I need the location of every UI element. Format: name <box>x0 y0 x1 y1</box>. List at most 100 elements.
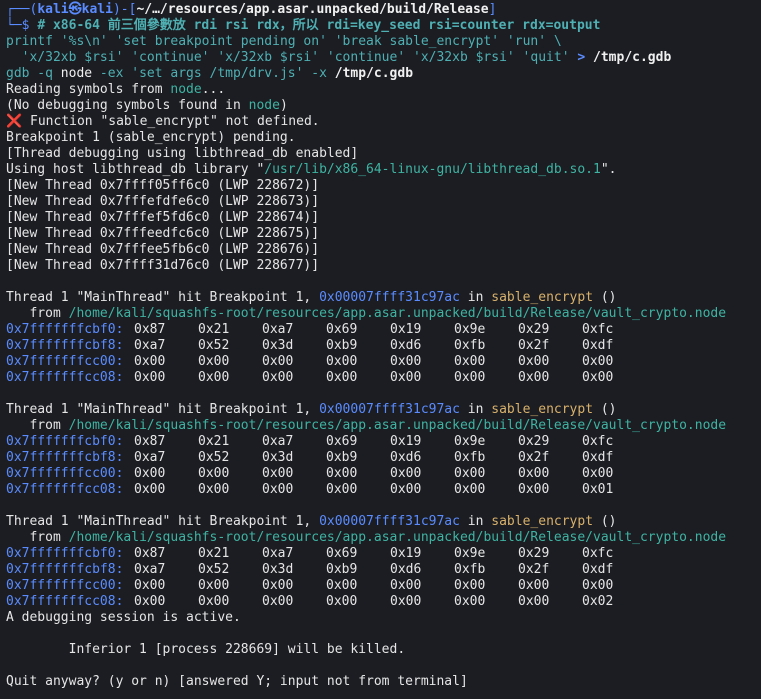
cmd-gdb-ex-arg: 'set args /tmp/drv.js' <box>131 66 304 81</box>
memory-byte: 0xa7 <box>134 450 166 465</box>
memory-byte: 0x3d <box>262 338 294 353</box>
memory-address: 0x7fffffffcbf0: <box>6 322 124 337</box>
memory-byte: 0x69 <box>326 322 358 337</box>
cmd-printf-args-cont: 'x/32xb $rsi' 'continue' 'x/32xb $rsi' '… <box>6 50 578 65</box>
memory-byte: 0x00 <box>518 370 550 385</box>
from-label: from <box>6 306 69 321</box>
memory-address: 0x7fffffffcc00: <box>6 466 124 481</box>
memory-row: 0x7fffffffcc08: 0x00 0x00 0x00 0x00 0x00 0x00 0… <box>6 370 755 386</box>
memory-byte: 0x00 <box>262 354 294 369</box>
memory-byte: 0x00 <box>198 578 230 593</box>
memory-row: 0x7fffffffcbf8: 0xa7 0x52 0x3d 0xb9 0xd6 0xfb 0… <box>6 450 755 466</box>
memory-byte: 0x00 <box>582 370 614 385</box>
comment-line: └─$ # x86-64 前三個參數放 rdi rsi rdx，所以 rdi=k… <box>6 18 755 34</box>
memory-byte: 0x00 <box>582 466 614 481</box>
command-line: printf '%s\n' 'set breakpoint pending on… <box>6 34 755 50</box>
memory-byte: 0x3d <box>262 450 294 465</box>
memory-address: 0x7fffffffcc08: <box>6 482 124 497</box>
cmd-gdb-opt-ex: -ex <box>92 66 132 81</box>
memory-byte: 0xa7 <box>262 434 294 449</box>
cmd-gdb: gdb <box>6 66 30 81</box>
library-path: /home/kali/squashfs-root/resources/app.a… <box>68 306 727 321</box>
reading-node: node <box>170 82 202 97</box>
memory-byte: 0x00 <box>326 370 358 385</box>
library-path: /home/kali/squashfs-root/resources/app.a… <box>68 530 727 545</box>
memory-byte: 0x19 <box>390 434 422 449</box>
memory-byte: 0x02 <box>582 594 614 609</box>
new-thread-line: [New Thread 0x7ffff05ff6c0 (LWP 228672)] <box>6 178 320 193</box>
new-thread-line: [New Thread 0x7fffee5fb6c0 (LWP 228676)] <box>6 242 320 257</box>
library-path: /home/kali/squashfs-root/resources/app.a… <box>68 418 727 433</box>
memory-byte: 0x00 <box>262 578 294 593</box>
memory-byte: 0x00 <box>198 370 230 385</box>
memory-byte: 0x00 <box>454 578 486 593</box>
memory-byte: 0x00 <box>198 594 230 609</box>
memory-byte: 0x01 <box>582 482 614 497</box>
memory-byte: 0x87 <box>134 546 166 561</box>
memory-byte: 0x52 <box>198 338 230 353</box>
using-host-text: Using host libthread_db library " <box>6 162 265 177</box>
hit-in: in <box>459 290 492 305</box>
using-host-end: ". <box>600 162 617 177</box>
memory-address: 0x7fffffffcbf8: <box>6 562 124 577</box>
from-line: from /home/kali/squashfs-root/resources/… <box>6 530 755 546</box>
quit-anyway-line: Quit anyway? (y or n) [answered Y; input… <box>6 674 468 689</box>
memory-row: 0x7fffffffcbf8: 0xa7 0x52 0x3d 0xb9 0xd6 0xfb 0… <box>6 562 755 578</box>
breakpoint-hit-line: Thread 1 "MainThread" hit Breakpoint 1, … <box>6 402 755 418</box>
memory-byte: 0x00 <box>454 466 486 481</box>
memory-byte: 0x87 <box>134 322 166 337</box>
memory-byte: 0x00 <box>198 354 230 369</box>
memory-byte: 0x00 <box>390 594 422 609</box>
memory-row: 0x7fffffffcc00: 0x00 0x00 0x00 0x00 0x00 0x00 0… <box>6 466 755 482</box>
memory-byte: 0x69 <box>326 546 358 561</box>
prompt-line: ┌──(kali㉿kali)-[~/…/resources/app.asar.u… <box>6 2 755 18</box>
memory-byte: 0xd6 <box>390 338 422 353</box>
memory-byte: 0x00 <box>454 594 486 609</box>
func-undefined-text: Function "sable_encrypt" not defined. <box>22 114 320 129</box>
memory-byte: 0xa7 <box>134 338 166 353</box>
memory-byte: 0xb9 <box>326 450 358 465</box>
cmd-gdb-opt-x: -x <box>303 66 335 81</box>
memory-byte: 0x00 <box>134 594 166 609</box>
memory-row: 0x7fffffffcc00: 0x00 0x00 0x00 0x00 0x00 0x00 0… <box>6 354 755 370</box>
reading-text: Reading symbols from <box>6 82 171 97</box>
memory-byte: 0xb9 <box>326 338 358 353</box>
output-line: Reading symbols from node... <box>6 82 755 98</box>
cmd-printf: printf <box>6 34 53 49</box>
memory-byte: 0x00 <box>262 466 294 481</box>
nodebug-node: node <box>248 98 280 113</box>
memory-address: 0x7fffffffcbf0: <box>6 434 124 449</box>
memory-byte: 0x00 <box>390 466 422 481</box>
memory-byte: 0x00 <box>518 594 550 609</box>
memory-row: 0x7fffffffcc08: 0x00 0x00 0x00 0x00 0x00 0x00 0… <box>6 482 755 498</box>
memory-byte: 0x00 <box>582 578 614 593</box>
breakpoint-hit-line: Thread 1 "MainThread" hit Breakpoint 1, … <box>6 290 755 306</box>
command-line: 'x/32xb $rsi' 'continue' 'x/32xb $rsi' '… <box>6 50 755 66</box>
memory-address: 0x7fffffffcc00: <box>6 578 124 593</box>
memory-byte: 0x21 <box>198 434 230 449</box>
hit-prefix: Thread 1 "MainThread" hit Breakpoint 1, <box>6 402 320 417</box>
prompt-cwd: ~/…/resources/app.asar.unpacked/build/Re… <box>136 2 489 17</box>
memory-byte: 0xa7 <box>262 546 294 561</box>
memory-byte: 0xd6 <box>390 562 422 577</box>
breakpoint-hits: Thread 1 "MainThread" hit Breakpoint 1, … <box>6 274 755 610</box>
hit-end: () <box>593 402 617 417</box>
cmd-gdb-node: node <box>60 66 93 81</box>
memory-byte: 0x19 <box>390 322 422 337</box>
hit-function: sable_encrypt <box>491 402 594 417</box>
cmd-redirect: > <box>577 50 594 65</box>
memory-byte: 0x00 <box>582 354 614 369</box>
memory-byte: 0x00 <box>518 354 550 369</box>
memory-byte: 0x00 <box>454 482 486 497</box>
memory-byte: 0x00 <box>326 578 358 593</box>
memory-byte: 0x29 <box>518 546 550 561</box>
prompt-close: ] <box>488 2 497 17</box>
memory-byte: 0x00 <box>134 578 166 593</box>
cmd-gdb-script: /tmp/c.gdb <box>334 66 414 81</box>
memory-byte: 0xfb <box>454 450 486 465</box>
memory-byte: 0x9e <box>454 546 486 561</box>
terminal-output[interactable]: ┌──(kali㉿kali)-[~/…/resources/app.asar.u… <box>0 0 761 690</box>
